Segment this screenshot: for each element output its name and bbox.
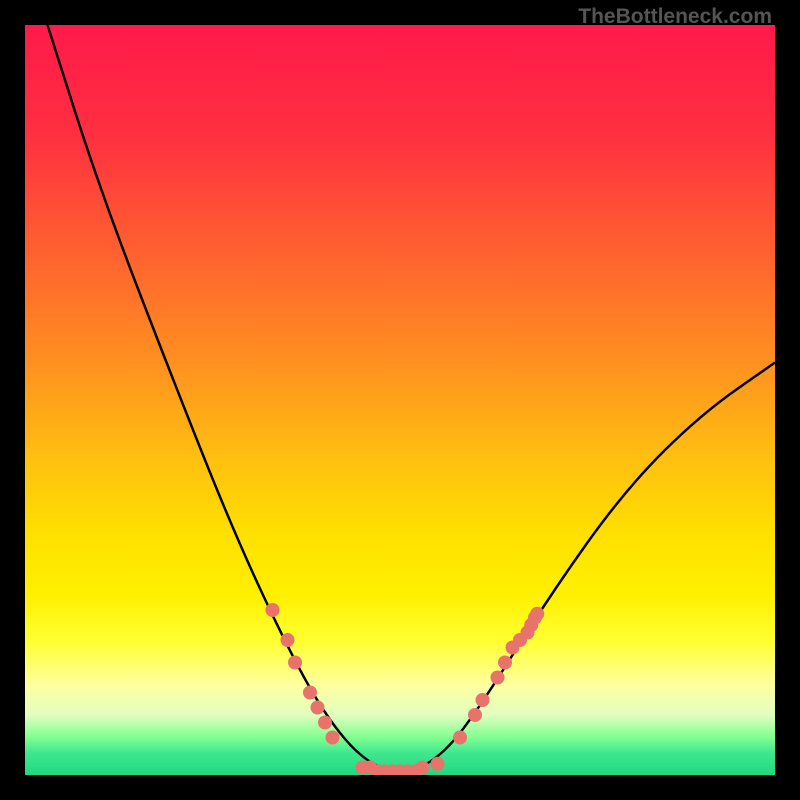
data-point (476, 693, 490, 707)
chart-svg (25, 25, 775, 775)
data-point (453, 731, 467, 745)
watermark-label: TheBottleneck.com (578, 5, 772, 29)
data-point (281, 633, 295, 647)
data-point (491, 671, 505, 685)
bottleneck-chart (25, 25, 775, 775)
data-point (288, 656, 302, 670)
chart-background (25, 25, 775, 775)
data-point (416, 761, 430, 775)
data-point (266, 603, 280, 617)
data-point (326, 731, 340, 745)
data-point (468, 708, 482, 722)
data-point (303, 686, 317, 700)
data-point (311, 701, 325, 715)
data-point (530, 607, 544, 621)
data-point (498, 656, 512, 670)
data-point (318, 716, 332, 730)
data-point (431, 757, 445, 771)
